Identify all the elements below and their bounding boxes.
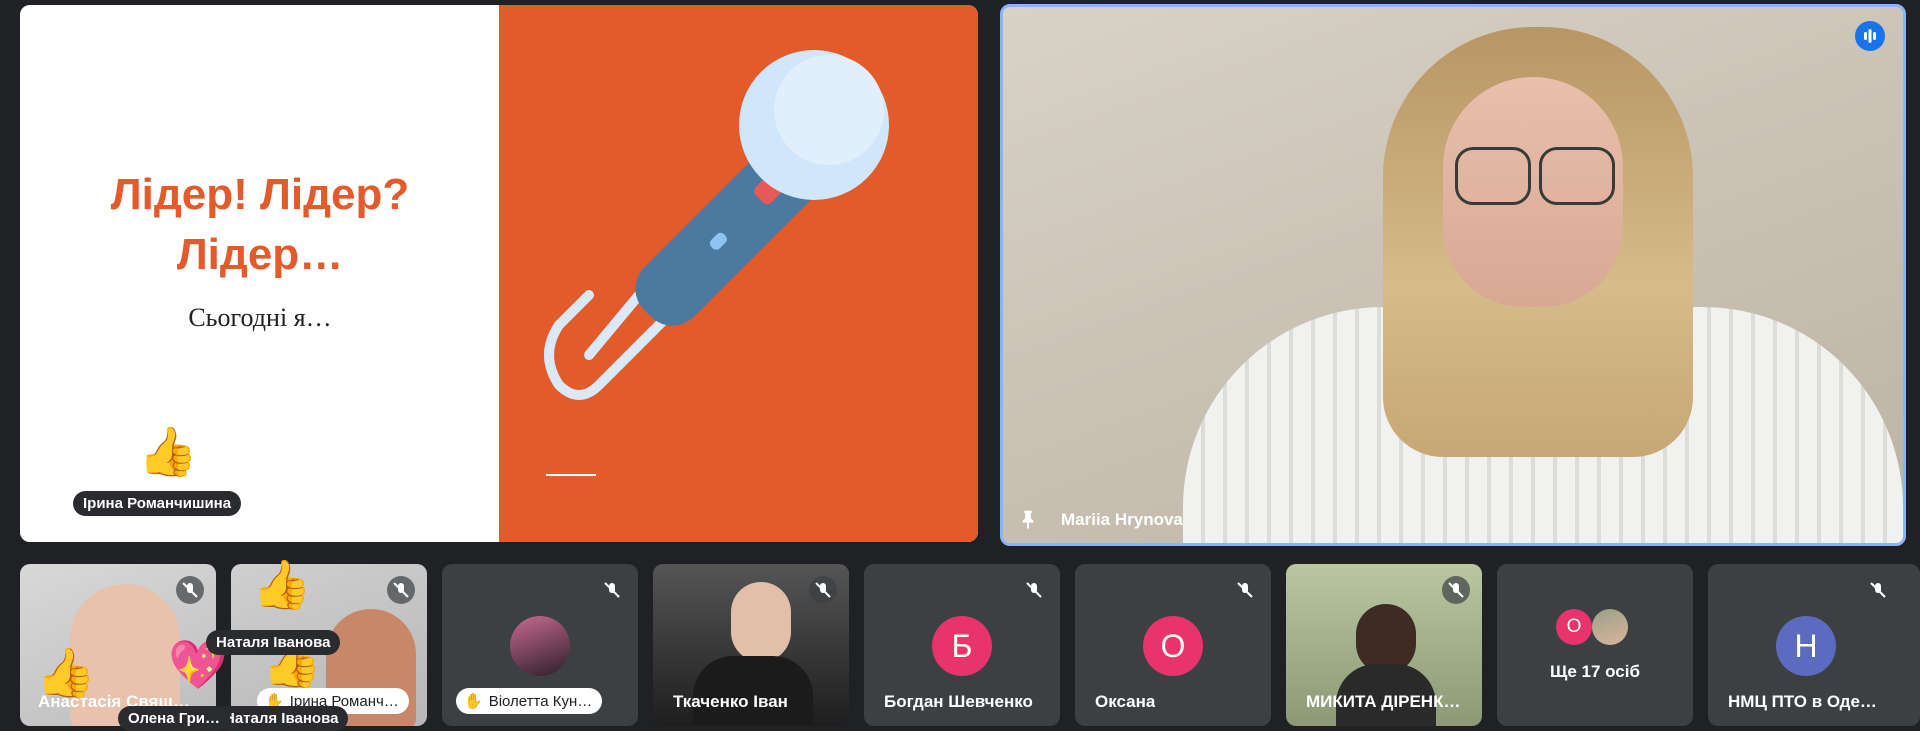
hand-raised-icon: ✋ <box>464 693 483 710</box>
participant-name: МИКИТА ДІРЕНК… <box>1306 692 1461 711</box>
microphone-icon <box>544 50 889 400</box>
more-participants-label: Ще 17 осіб <box>1550 662 1640 681</box>
mic-off-icon <box>1020 576 1048 604</box>
avatar: О <box>1556 609 1592 645</box>
thumbs-up-icon: 👍 <box>36 647 96 700</box>
participant-video <box>731 582 791 662</box>
avatar <box>1592 609 1628 645</box>
reaction-name-badge: Наталя Іванова <box>206 630 341 655</box>
slide-subtitle: Сьогодні я… <box>188 303 332 332</box>
participant-name: Віолетта Кун… <box>488 692 593 710</box>
avatar <box>510 616 570 676</box>
slide-title: Лідер! Лідер? Лідер… <box>110 170 410 279</box>
slide-underline <box>546 474 596 476</box>
mic-off-icon <box>1442 576 1470 604</box>
speaker-tile[interactable]: Mariia Hrynova <box>1000 4 1906 546</box>
mic-off-icon <box>598 576 626 604</box>
participant-tile[interactable]: Ткаченко Іван <box>653 564 849 726</box>
thumbs-up-icon: 👍 <box>252 559 312 612</box>
speaker-name: Mariia Hrynova <box>1061 510 1183 529</box>
participant-tile[interactable]: О Оксана <box>1075 564 1271 726</box>
mic-off-icon <box>1231 576 1259 604</box>
avatar: Н <box>1776 616 1836 676</box>
speaking-indicator-icon <box>1855 21 1885 51</box>
more-participants-tile[interactable]: О Ще 17 осіб <box>1497 564 1693 726</box>
participant-suit <box>693 656 813 726</box>
participant-name: Богдан Шевченко <box>884 692 1033 711</box>
presentation-tile[interactable]: Лідер! Лідер? Лідер… Сьогодні я… 👍 Ірина… <box>20 5 978 542</box>
mic-off-icon <box>176 576 204 604</box>
mic-off-icon <box>809 576 837 604</box>
participant-name: НМЦ ПТО в Оде… <box>1728 692 1877 711</box>
reaction-name-badge: Ірина Романчишина <box>73 491 242 516</box>
thumbs-up-icon: 👍 <box>138 426 198 479</box>
avatar: Б <box>932 616 992 676</box>
reaction-name-badge: Наталя Іванова <box>214 706 349 731</box>
slide-right-panel <box>499 5 978 542</box>
reaction-name-badge: Олена Гри… <box>118 706 231 731</box>
mic-off-icon <box>387 576 415 604</box>
participant-tile[interactable]: МИКИТА ДІРЕНК… <box>1286 564 1482 726</box>
participant-tile[interactable]: Н НМЦ ПТО в Оде… <box>1708 564 1920 726</box>
glasses-right <box>1539 147 1615 205</box>
participant-tile[interactable]: Б Богдан Шевченко <box>864 564 1060 726</box>
mic-off-icon <box>1864 576 1892 604</box>
avatar: О <box>1143 616 1203 676</box>
participant-name: Ткаченко Іван <box>673 692 788 711</box>
participant-name: Оксана <box>1095 692 1156 711</box>
pin-icon[interactable] <box>1017 508 1039 530</box>
participant-name-pill: ✋ Віолетта Кун… <box>456 688 603 714</box>
participant-tile[interactable]: ✋ Віолетта Кун… <box>442 564 638 726</box>
glasses-left <box>1455 147 1531 205</box>
